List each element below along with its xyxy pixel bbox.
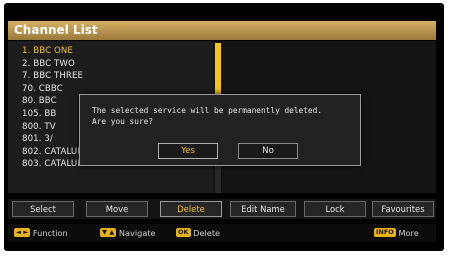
scrollbar-thumb[interactable] xyxy=(215,43,221,95)
help-navigate-label: Navigate xyxy=(118,228,156,238)
channel-item[interactable]: 2. BBC TWO xyxy=(22,58,212,71)
up-down-arrows-icon: ▼ ▲ xyxy=(100,228,117,237)
help-bar: ◄ ► Function ▼ ▲ Navigate OK Delete INFO… xyxy=(8,224,436,242)
left-right-arrows-icon: ◄ ► xyxy=(14,228,31,237)
ok-key-icon: OK xyxy=(176,228,191,237)
delete-button[interactable]: Delete xyxy=(160,201,222,217)
channel-item[interactable]: 1. BBC ONE xyxy=(22,45,212,58)
function-button-row: Select Move Delete Edit Name Lock Favour… xyxy=(8,199,436,219)
dialog-message-line2: Are you sure? xyxy=(92,117,154,126)
no-button[interactable]: No xyxy=(238,143,298,159)
delete-confirm-dialog: The selected service will be permanently… xyxy=(79,94,361,166)
yes-button[interactable]: Yes xyxy=(158,143,218,159)
help-navigate: ▼ ▲ Navigate xyxy=(100,224,156,242)
page-title: Channel List xyxy=(8,21,436,40)
lock-button[interactable]: Lock xyxy=(304,201,366,217)
dialog-message: The selected service will be permanently… xyxy=(92,105,354,127)
favourites-button[interactable]: Favourites xyxy=(372,201,434,217)
dialog-message-line1: The selected service will be permanently… xyxy=(92,106,323,115)
help-function-label: Function xyxy=(32,228,68,238)
move-button[interactable]: Move xyxy=(86,201,148,217)
help-function: ◄ ► Function xyxy=(14,224,68,242)
edit-name-button[interactable]: Edit Name xyxy=(230,201,296,217)
help-delete: OK Delete xyxy=(176,224,220,242)
help-delete-label: Delete xyxy=(193,228,221,238)
channel-item[interactable]: 7. BBC THREE xyxy=(22,70,212,83)
select-button[interactable]: Select xyxy=(12,201,74,217)
info-key-icon: INFO xyxy=(374,228,396,237)
help-more-label: More xyxy=(398,228,419,238)
help-more: INFO More xyxy=(374,224,419,242)
